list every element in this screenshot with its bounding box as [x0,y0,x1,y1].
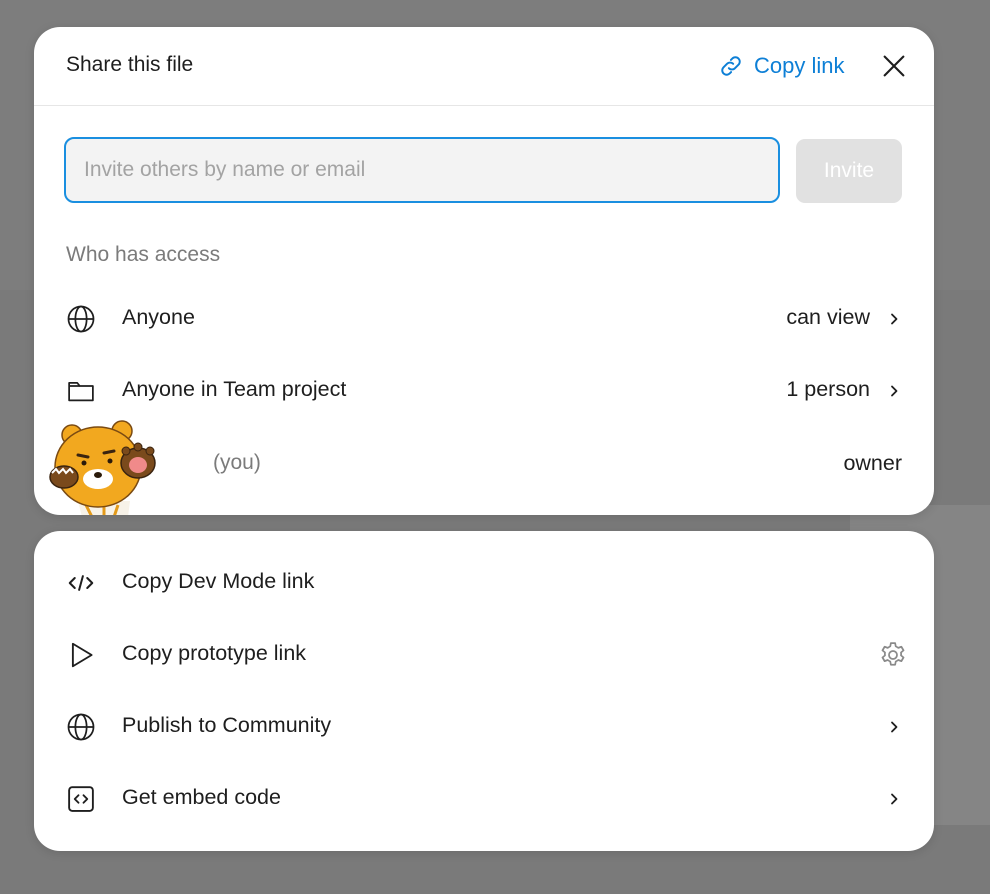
member-count-value[interactable]: 1 person [786,377,870,402]
publish-to-community-item[interactable]: Publish to Community [34,697,934,757]
you-label: (you) [213,451,261,474]
chevron-right-icon [891,385,898,397]
access-row-label: Anyone in Team project [122,377,347,401]
owner-role: owner [843,451,902,475]
access-row-label: Anyone [122,305,195,329]
play-icon [71,642,93,668]
avatar [49,420,156,515]
copy-prototype-link-item[interactable]: Copy prototype link [34,625,934,685]
access-row-anyone[interactable]: Anyone can view [34,289,934,349]
copy-link-button[interactable]: Copy link [718,51,844,81]
embed-code-icon [68,786,94,812]
access-row-team-project[interactable]: Anyone in Team project 1 person [34,361,934,421]
share-dialog: Share this file Copy link Invite Who has… [34,27,934,515]
invite-input[interactable] [64,137,780,203]
gear-icon[interactable] [878,640,908,670]
invite-button[interactable]: Invite [796,139,902,203]
code-icon [68,575,94,591]
copy-dev-mode-link-item[interactable]: Copy Dev Mode link [34,553,934,613]
chevron-right-icon [891,793,898,805]
dialog-header: Share this file Copy link [34,27,934,106]
item-label: Copy Dev Mode link [122,569,315,593]
globe-icon [67,305,95,333]
globe-icon [67,713,95,741]
get-embed-code-item[interactable]: Get embed code [34,769,934,829]
chevron-right-icon [891,721,898,733]
chevron-right-icon [891,313,898,325]
who-has-access-label: Who has access [66,243,221,266]
dialog-title: Share this file [66,53,194,76]
permission-value[interactable]: can view [786,305,870,330]
link-icon [721,56,741,76]
item-label: Publish to Community [122,713,332,737]
copy-link-label: Copy link [754,53,845,78]
close-icon[interactable] [880,52,908,80]
share-actions-panel: Copy Dev Mode link Copy prototype link P… [34,531,934,851]
item-label: Get embed code [122,785,281,809]
folder-icon [68,382,94,402]
item-label: Copy prototype link [122,641,307,665]
